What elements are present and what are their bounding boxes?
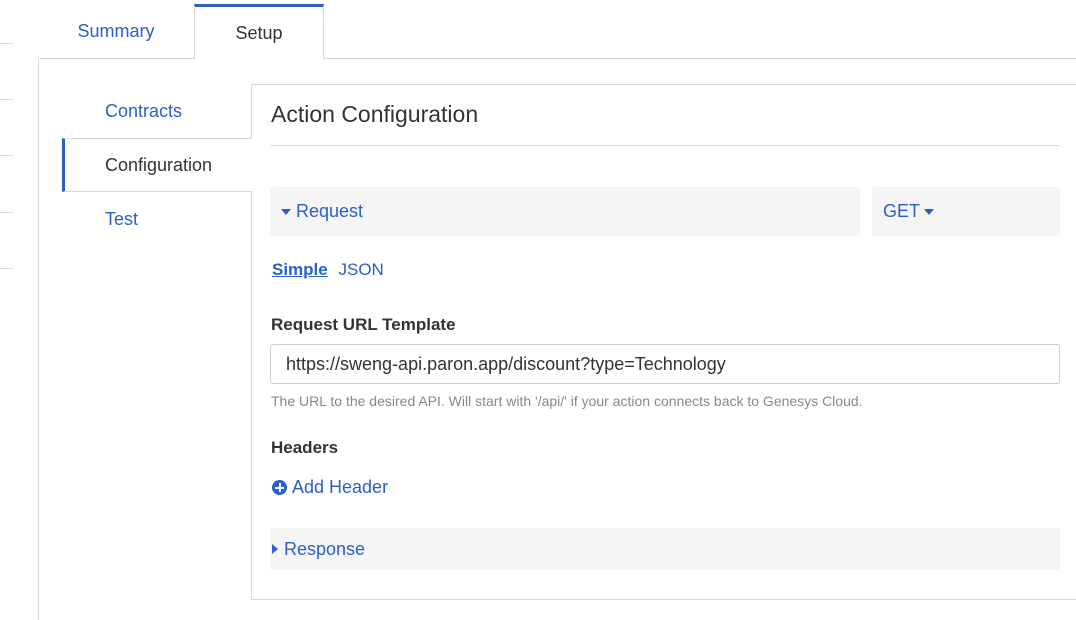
- mode-json-link[interactable]: JSON: [338, 260, 383, 279]
- request-label: Request: [296, 201, 364, 221]
- plus-circle-icon: [272, 480, 287, 495]
- divider: [0, 268, 13, 269]
- page-title: Action Configuration: [271, 101, 479, 127]
- divider: [270, 145, 1060, 146]
- divider: [0, 155, 13, 156]
- action-configuration-panel: Action Configuration Request GET Simple …: [251, 84, 1076, 600]
- divider: [0, 212, 13, 213]
- add-header-button[interactable]: Add Header: [272, 477, 388, 498]
- http-method-value: GET: [883, 201, 921, 221]
- request-section-toggle[interactable]: Request: [270, 187, 860, 236]
- left-edge-strip: [0, 0, 14, 620]
- response-section-toggle[interactable]: Response: [270, 528, 1060, 570]
- sidenav-item-configuration[interactable]: Configuration: [62, 138, 252, 192]
- http-method-dropdown[interactable]: GET: [872, 187, 1060, 236]
- url-help-text: The URL to the desired API. Will start w…: [271, 393, 863, 409]
- caret-down-icon: [281, 208, 291, 215]
- mode-simple-link[interactable]: Simple: [272, 260, 328, 279]
- tab-setup[interactable]: Setup: [194, 4, 324, 59]
- request-mode-switch: Simple JSON: [272, 260, 384, 280]
- divider: [0, 99, 13, 100]
- caret-right-icon: [272, 544, 278, 554]
- divider: [0, 43, 13, 44]
- chevron-down-icon: [924, 208, 935, 215]
- add-header-label: Add Header: [292, 477, 389, 497]
- tab-summary[interactable]: Summary: [38, 4, 194, 59]
- response-label: Response: [284, 538, 366, 559]
- headers-label: Headers: [271, 438, 339, 457]
- url-template-label: Request URL Template: [271, 315, 456, 334]
- url-template-input[interactable]: [270, 344, 1060, 384]
